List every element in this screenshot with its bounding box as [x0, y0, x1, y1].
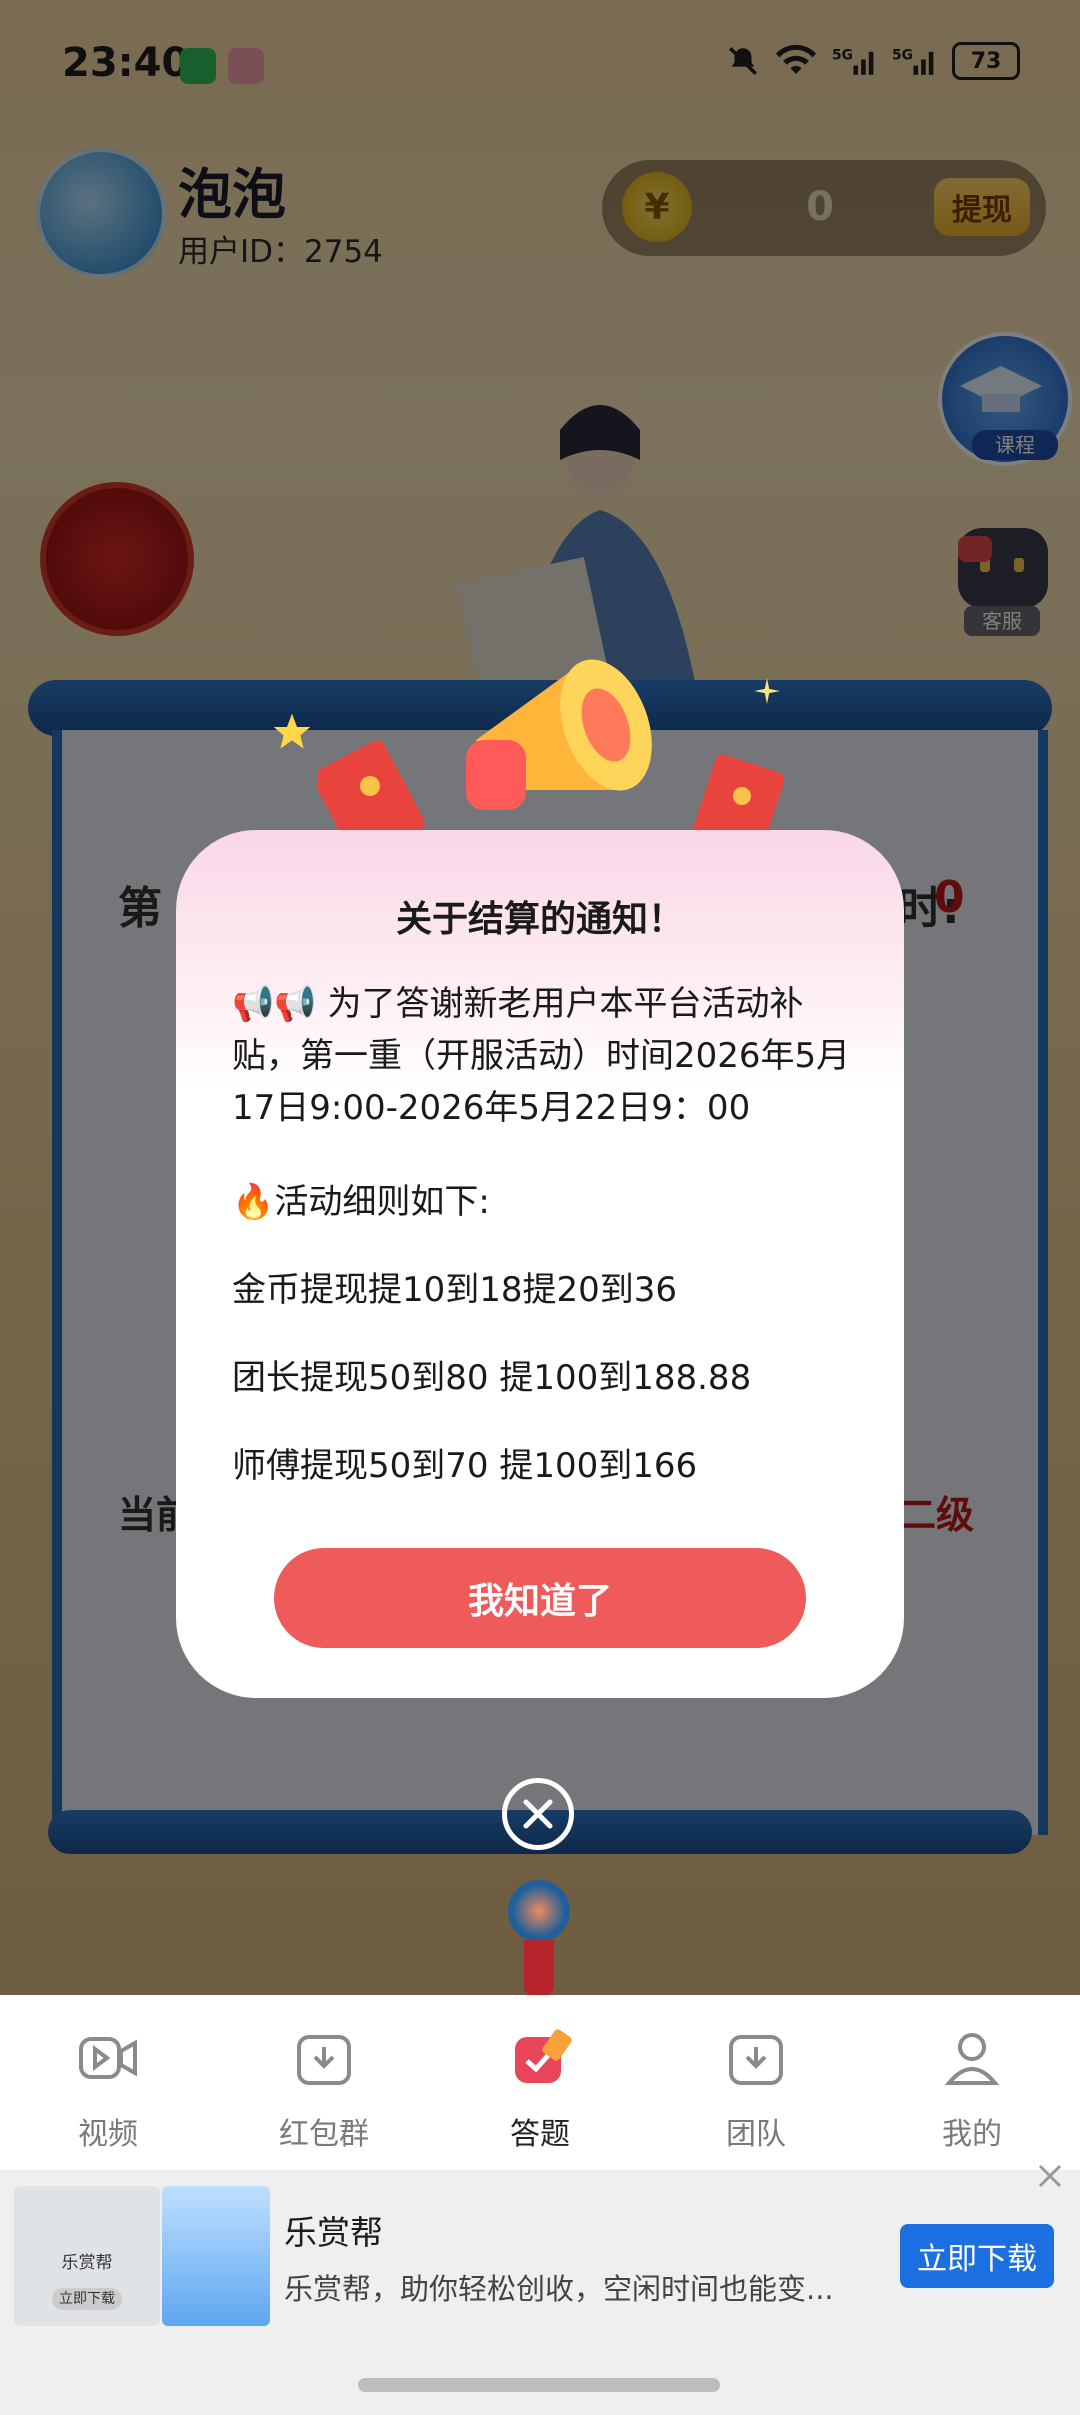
home-indicator[interactable] [358, 2378, 720, 2392]
acknowledge-button[interactable]: 我知道了 [274, 1548, 806, 1648]
red-packet-group-icon [297, 2035, 351, 2085]
close-dialog-button[interactable] [502, 1778, 574, 1850]
scroll-knob-ornament [508, 1880, 570, 1942]
sparkle-icon [754, 678, 780, 704]
ad-thumbnail-title: 乐赏帮 [61, 2253, 113, 2273]
ad-thumbnail-button: 立即下载 [52, 2288, 122, 2310]
nav-item-profile[interactable]: 我的 [864, 1995, 1080, 2170]
video-icon [79, 2037, 137, 2079]
nav-label-red-packet-group: 红包群 [279, 2117, 369, 2152]
profile-icon [944, 2033, 1000, 2085]
ad-download-button[interactable]: 立即下载 [900, 2224, 1054, 2288]
ad-description: 乐赏帮，助你轻松创收，空闲时间也能变... [284, 2272, 834, 2306]
dialog-rules-heading: 🔥活动细则如下: [232, 1182, 490, 1222]
team-icon [729, 2035, 783, 2085]
star-icon [273, 713, 311, 749]
ad-phone-thumbnail [162, 2186, 270, 2326]
dialog-title: 关于结算的通知！ [395, 899, 684, 940]
nav-item-video[interactable]: 视频 [0, 1995, 216, 2170]
dialog-rule-coin: 金币提现提10到18提20到36 [232, 1270, 678, 1310]
nav-label-video: 视频 [78, 2117, 138, 2152]
nav-item-team[interactable]: 团队 [648, 1995, 864, 2170]
bottom-navigation: 视频 红包群 答题 团队 我的 [0, 1995, 1080, 2170]
megaphone-icon [466, 659, 652, 810]
dialog-rule-leader: 团长提现50到80 提100到188.88 [232, 1358, 752, 1398]
dialog-body: 📢📢 为了答谢新老用户本平台活动补贴，第一重（开服活动）时间2026年5月17日… [232, 978, 860, 1492]
scroll-tassel-ornament [524, 1940, 554, 1996]
nav-item-red-packet-group[interactable]: 红包群 [216, 1995, 432, 2170]
nav-label-profile: 我的 [942, 2117, 1002, 2152]
ad-title: 乐赏帮 [284, 2213, 383, 2252]
nav-label-team: 团队 [726, 2117, 786, 2152]
ad-close-icon[interactable] [1034, 2160, 1066, 2192]
quiz-icon [515, 2029, 572, 2083]
close-icon [523, 1799, 553, 1829]
dialog-rule-master: 师傅提现50到70 提100到166 [232, 1446, 698, 1486]
dialog-intro: 📢📢 为了答谢新老用户本平台活动补贴，第一重（开服活动）时间2026年5月17日… [232, 984, 851, 1128]
nav-item-quiz[interactable]: 答题 [432, 1995, 648, 2170]
nav-label-quiz: 答题 [510, 2117, 570, 2152]
